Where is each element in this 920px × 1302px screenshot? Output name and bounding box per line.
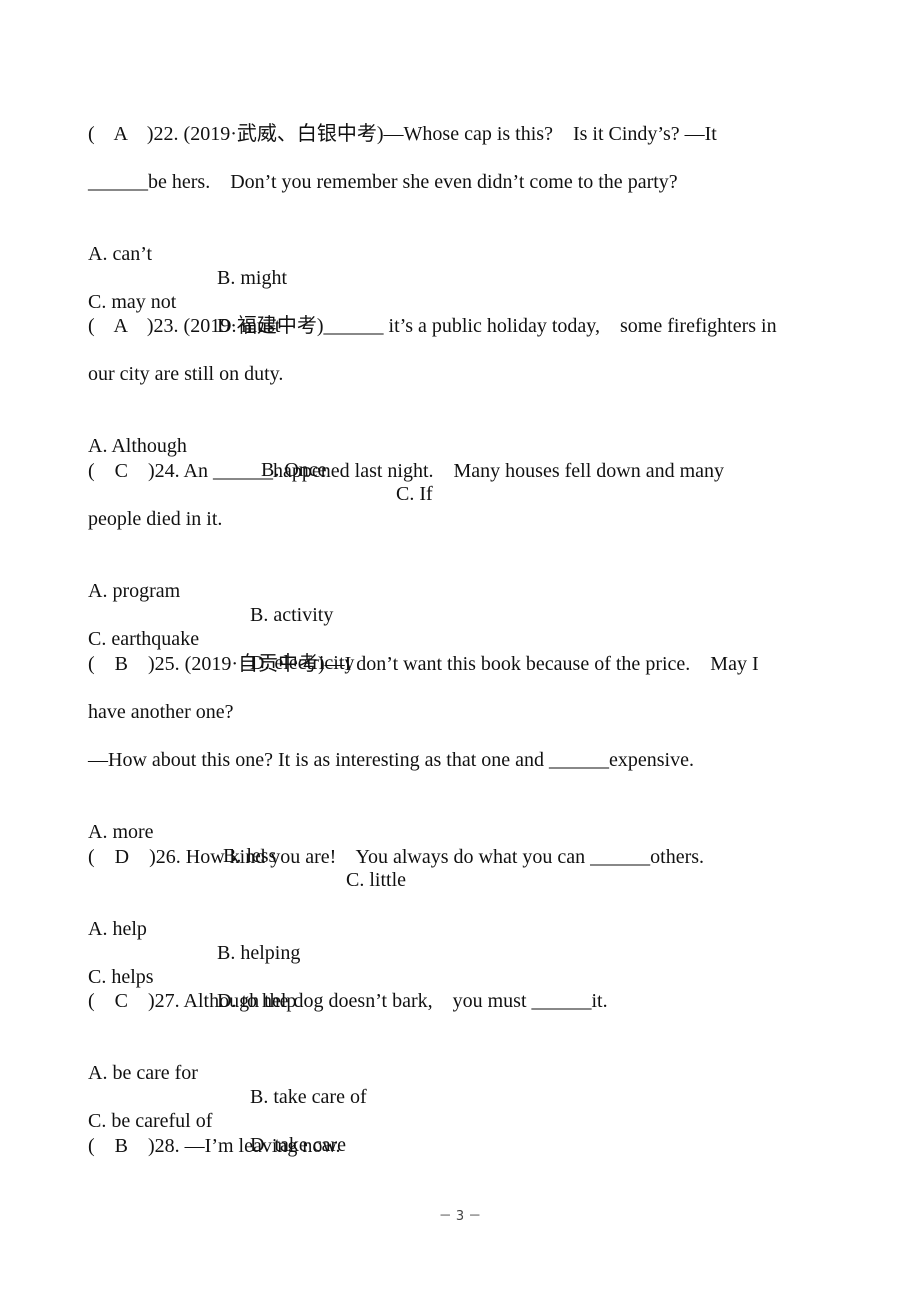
option-a: A. more xyxy=(88,821,154,843)
question-22-stem-line-2: ______be hers. Don’t you remember she ev… xyxy=(88,171,678,193)
question-24-stem-line-2: people died in it. xyxy=(88,508,223,530)
option-c: C. little xyxy=(346,869,406,891)
question-27-stem-line-1: ( C )27. Although the dog doesn’t bark, … xyxy=(88,990,608,1012)
option-a: A. program xyxy=(88,580,181,602)
option-c: C. be careful of xyxy=(88,1110,213,1132)
question-25-stem-line-2: have another one? xyxy=(88,701,234,723)
question-25-stem-line-3: —How about this one? It is as interestin… xyxy=(88,749,694,771)
option-a: A. be care for xyxy=(88,1062,198,1084)
option-c: C. helps xyxy=(88,966,154,988)
option-c: C. earthquake xyxy=(88,628,200,650)
option-b: B. take care of xyxy=(250,1086,367,1108)
question-25-stem-line-1: ( B )25. (2019·自贡中考)—I don’t want this b… xyxy=(88,653,759,675)
option-c: C. may not xyxy=(88,291,177,313)
option-a: A. help xyxy=(88,918,147,940)
question-22-stem-line-1: ( A )22. (2019·武威、白银中考)—Whose cap is thi… xyxy=(88,123,717,145)
option-a: A. can’t xyxy=(88,243,153,265)
option-b: B. activity xyxy=(250,604,334,626)
page-number: － 3 － xyxy=(438,1209,482,1224)
option-c: C. If xyxy=(396,483,433,505)
option-a: A. Although xyxy=(88,435,187,457)
question-24-stem-line-1: ( C )24. An ______happened last night. M… xyxy=(88,460,725,482)
question-27-options-row-2: C. be careful of D. take care xyxy=(88,1085,346,1181)
question-24-options-row-2: C. earthquake D. electricity xyxy=(88,603,354,699)
option-b: B. might xyxy=(217,267,288,289)
question-23-stem-line-1: ( A )23. (2019·福建中考)______ it’s a public… xyxy=(88,315,777,337)
option-b: B. helping xyxy=(217,942,301,964)
question-23-stem-line-2: our city are still on duty. xyxy=(88,363,284,385)
question-26-stem-line-1: ( D )26. How kind you are! You always do… xyxy=(88,846,705,868)
question-28-stem-line-1: ( B )28. —I’m leaving now. xyxy=(88,1135,341,1157)
